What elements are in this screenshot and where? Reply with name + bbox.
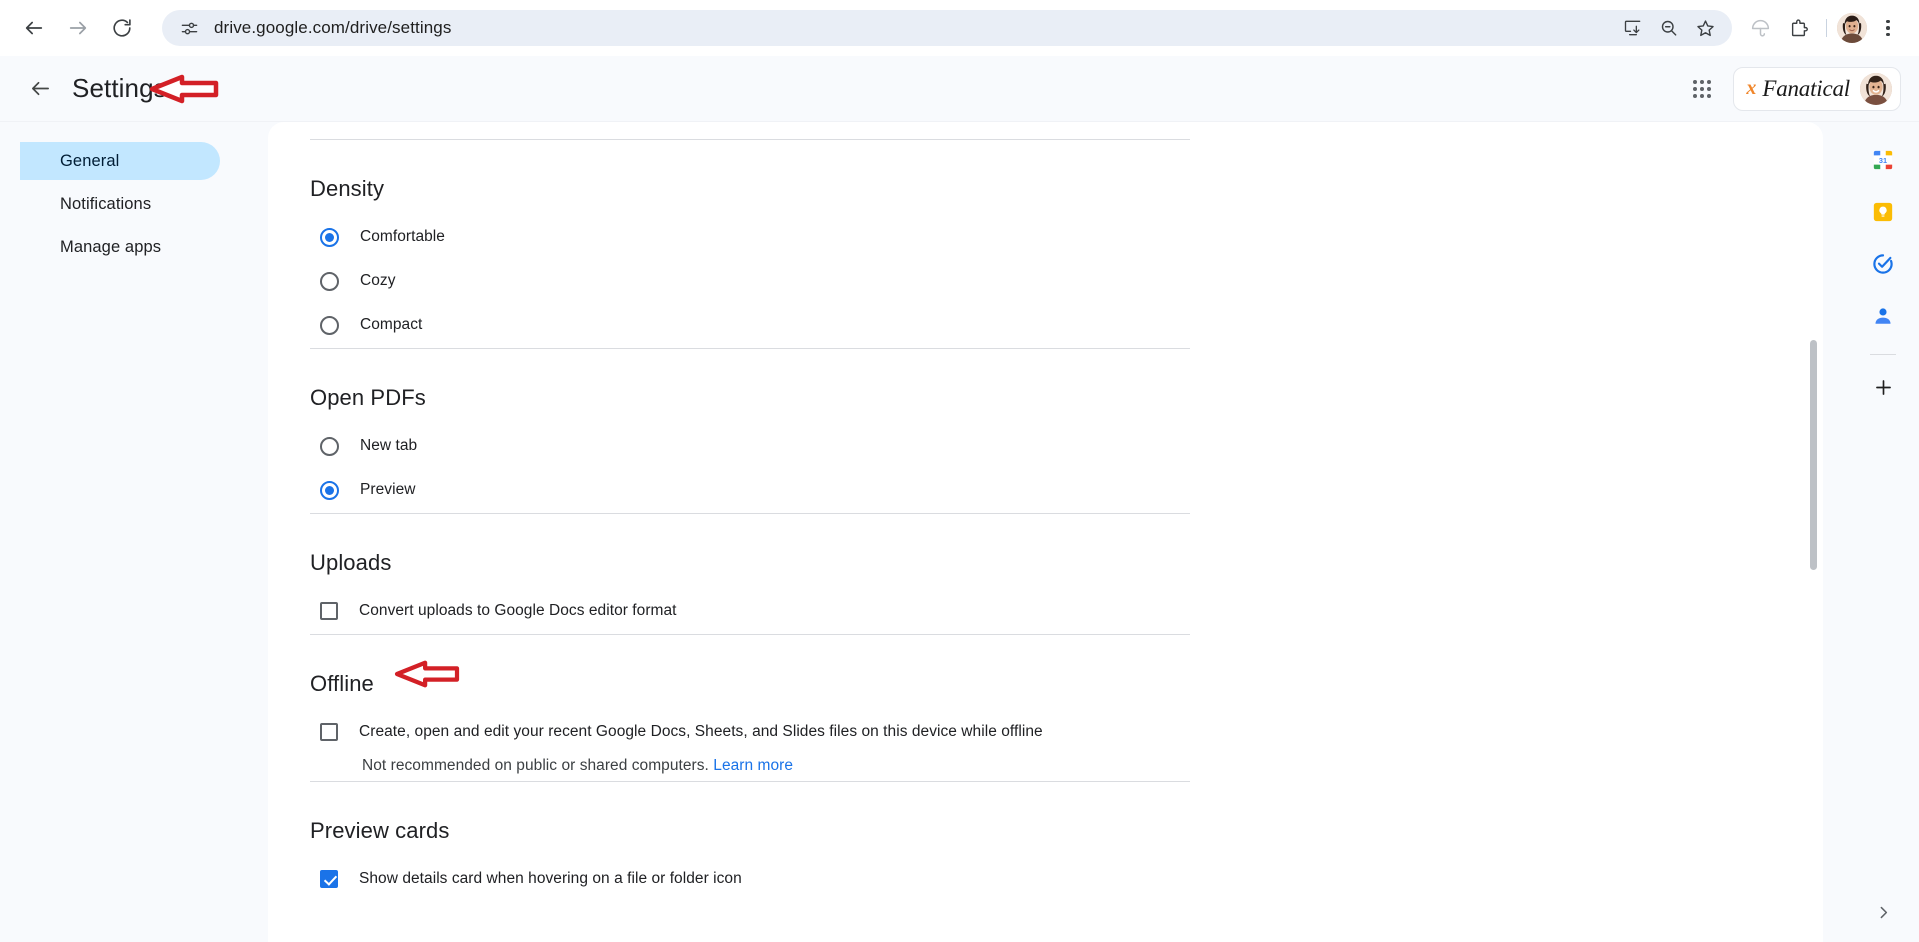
settings-body: General Notifications Manage apps Densit…: [0, 122, 1919, 942]
radio-label: Cozy: [360, 272, 396, 289]
scrolled-content-edge: [310, 122, 1190, 140]
google-contacts-icon[interactable]: [1863, 296, 1903, 336]
checkbox-label: Convert uploads to Google Docs editor fo…: [359, 602, 677, 619]
settings-header: Settings x Fanatical: [0, 56, 1919, 122]
section-title: Preview cards: [310, 818, 450, 843]
google-side-panel: 31: [1847, 122, 1919, 942]
sidebar-item-manage-apps[interactable]: Manage apps: [20, 228, 220, 266]
checkbox-show-details-card[interactable]: [320, 870, 338, 888]
add-app-icon[interactable]: [1863, 367, 1903, 407]
bookmark-star-icon[interactable]: [1688, 11, 1722, 45]
profile-avatar[interactable]: [1837, 13, 1867, 43]
section-title: Density: [310, 176, 385, 201]
section-uploads: Uploads Convert uploads to Google Docs e…: [310, 514, 1190, 632]
radio-row-comfortable[interactable]: Comfortable: [310, 216, 1190, 258]
address-bar-url: drive.google.com/drive/settings: [214, 18, 452, 37]
offline-helper-text: Not recommended on public or shared comp…: [362, 757, 1190, 775]
zoom-out-icon[interactable]: [1652, 11, 1686, 45]
checkbox-row-preview-cards[interactable]: Show details card when hovering on a fil…: [310, 858, 1190, 900]
settings-sidebar: General Notifications Manage apps: [0, 122, 268, 942]
radio-row-compact[interactable]: Compact: [310, 304, 1190, 346]
settings-back-button[interactable]: [18, 67, 62, 111]
section-open-pdfs: Open PDFs New tab Preview: [310, 349, 1190, 511]
radio-row-cozy[interactable]: Cozy: [310, 260, 1190, 302]
extensions-puzzle-icon[interactable]: [1780, 10, 1816, 46]
google-apps-grid-icon[interactable]: [1681, 68, 1723, 110]
radio-label: Compact: [360, 316, 423, 333]
address-bar[interactable]: drive.google.com/drive/settings: [162, 10, 1732, 46]
radio-new-tab[interactable]: [320, 436, 339, 456]
radio-label: Preview: [360, 481, 416, 498]
browser-back-button[interactable]: [14, 8, 54, 48]
browser-reload-button[interactable]: [102, 8, 142, 48]
google-keep-icon[interactable]: [1863, 192, 1903, 232]
umbrella-icon[interactable]: [1742, 10, 1778, 46]
radio-preview[interactable]: [320, 480, 339, 500]
chrome-menu-icon[interactable]: [1871, 10, 1905, 46]
checkbox-label: Show details card when hovering on a fil…: [359, 870, 742, 887]
radio-label: Comfortable: [360, 228, 445, 245]
radio-compact[interactable]: [320, 315, 339, 335]
chrome-right-actions: [1742, 10, 1905, 46]
offline-helper-sentence: Not recommended on public or shared comp…: [362, 757, 709, 774]
radio-row-preview[interactable]: Preview: [310, 469, 1190, 511]
section-title: Offline: [310, 671, 374, 696]
sidebar-item-label: General: [60, 151, 120, 170]
section-density: Density Comfortable Cozy Compact: [310, 140, 1190, 346]
content-scrollbar[interactable]: [1810, 340, 1817, 570]
checkbox-offline[interactable]: [320, 723, 338, 741]
learn-more-link[interactable]: Learn more: [713, 757, 793, 774]
section-offline: Offline Create, open and edit your recen…: [310, 635, 1190, 775]
checkbox-row-offline[interactable]: Create, open and edit your recent Google…: [310, 711, 1190, 753]
side-panel-divider: [1870, 354, 1896, 355]
calendar-day-number: 31: [1879, 156, 1887, 165]
settings-content-wrap: Density Comfortable Cozy Compact Open PD…: [268, 122, 1919, 942]
brand-account-pill[interactable]: x Fanatical: [1733, 66, 1901, 111]
annotation-arrow-settings: [148, 73, 220, 110]
checkbox-row-convert-uploads[interactable]: Convert uploads to Google Docs editor fo…: [310, 590, 1190, 632]
account-avatar[interactable]: [1860, 72, 1892, 105]
radio-label: New tab: [360, 437, 418, 454]
checkbox-label: Create, open and edit your recent Google…: [359, 723, 1043, 740]
section-title: Open PDFs: [310, 385, 426, 410]
radio-comfortable[interactable]: [320, 227, 339, 247]
install-app-icon[interactable]: [1616, 11, 1650, 45]
checkbox-convert-uploads[interactable]: [320, 602, 338, 620]
brand-x-mark: x: [1746, 77, 1757, 99]
radio-cozy[interactable]: [320, 271, 339, 291]
section-title: Uploads: [310, 550, 392, 575]
browser-toolbar: drive.google.com/drive/settings: [0, 0, 1919, 56]
sidebar-item-label: Manage apps: [60, 237, 162, 256]
section-preview-cards: Preview cards Show details card when hov…: [310, 782, 1190, 900]
settings-card: Density Comfortable Cozy Compact Open PD…: [268, 122, 1823, 942]
side-panel-expand-chevron-icon[interactable]: [1863, 892, 1903, 932]
google-tasks-icon[interactable]: [1863, 244, 1903, 284]
toolbar-divider: [1826, 19, 1827, 37]
site-settings-icon[interactable]: [176, 15, 202, 41]
settings-scroll-area[interactable]: Density Comfortable Cozy Compact Open PD…: [268, 122, 1823, 942]
radio-row-new-tab[interactable]: New tab: [310, 425, 1190, 467]
sidebar-item-label: Notifications: [60, 194, 152, 213]
annotation-arrow-offline: [392, 659, 462, 694]
sidebar-item-notifications[interactable]: Notifications: [20, 185, 220, 223]
google-calendar-icon[interactable]: 31: [1863, 140, 1903, 180]
browser-forward-button[interactable]: [58, 8, 98, 48]
header-right-cluster: x Fanatical: [1681, 66, 1901, 111]
brand-name-label: Fanatical: [1762, 75, 1850, 101]
sidebar-item-general[interactable]: General: [20, 142, 220, 180]
